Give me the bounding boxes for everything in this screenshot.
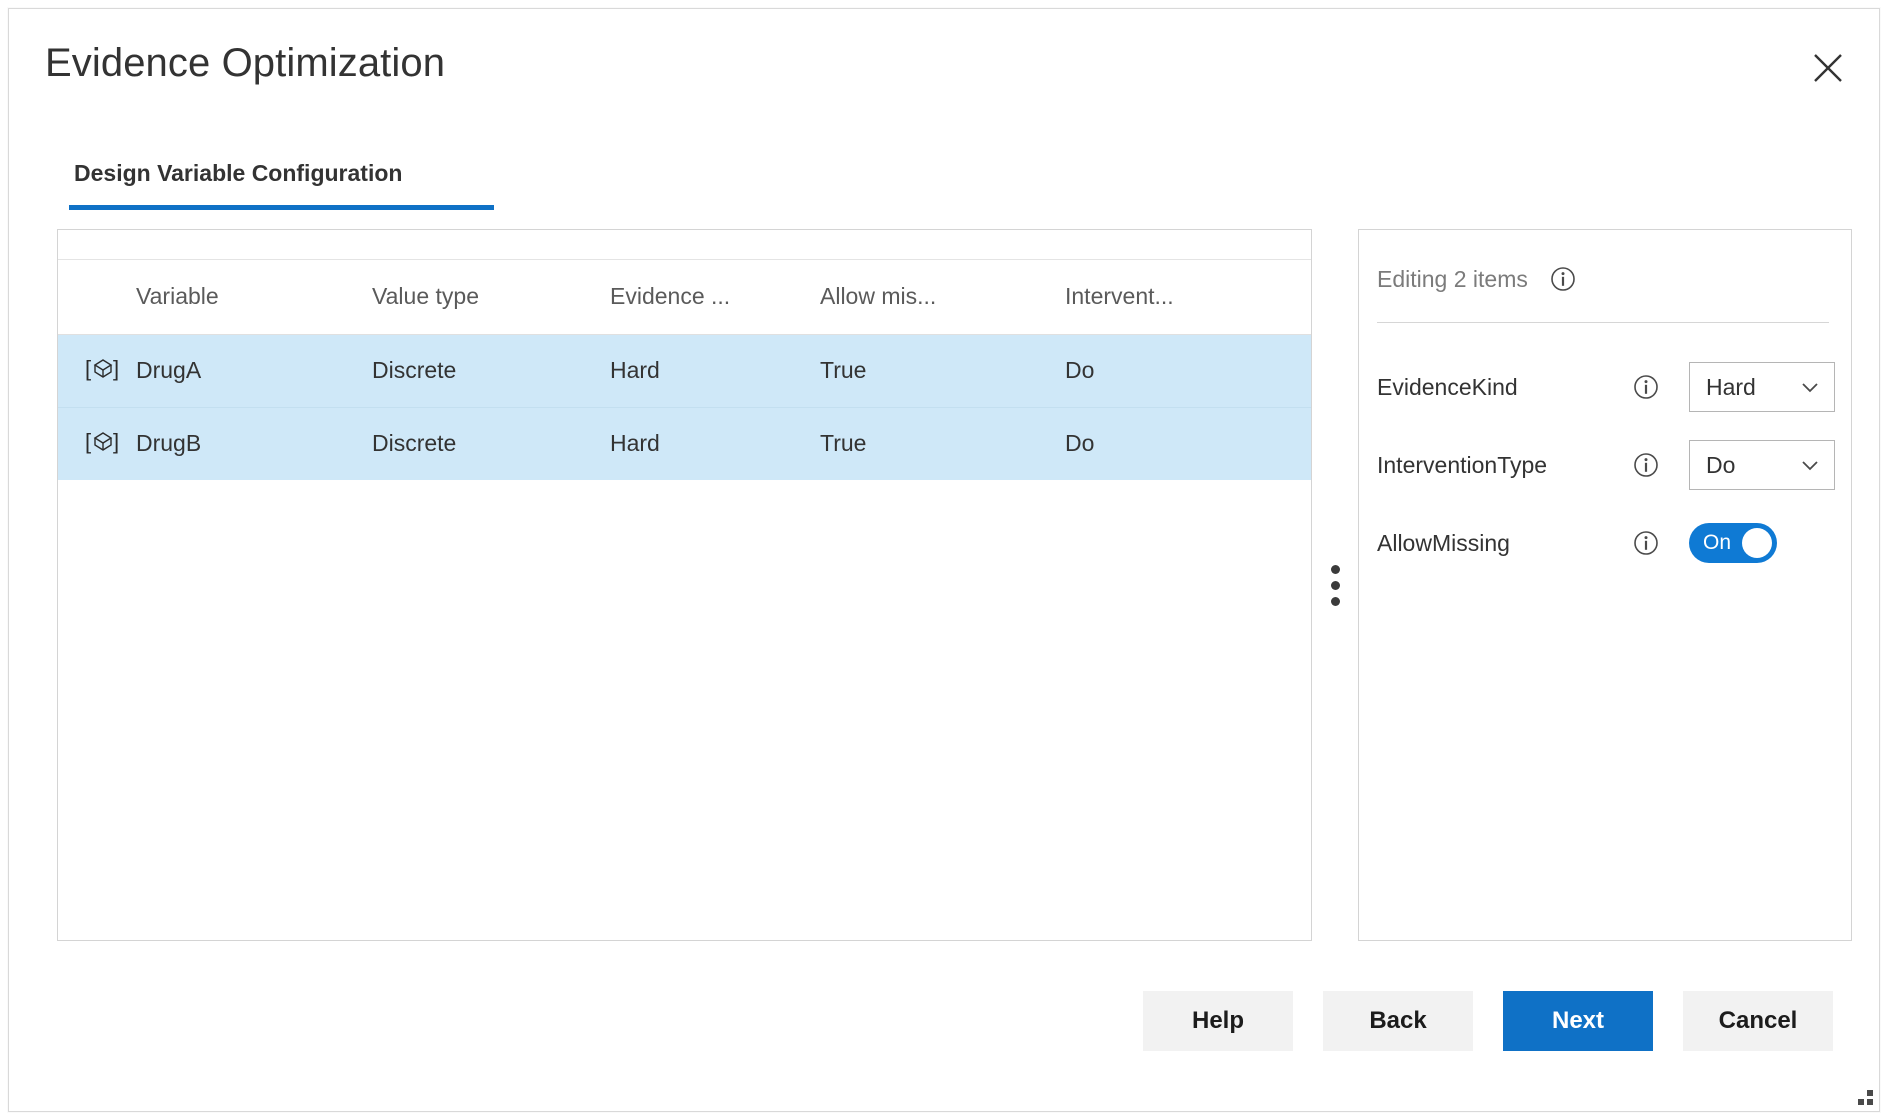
property-row-allowmissing: AllowMissing On	[1377, 514, 1835, 572]
table-row[interactable]: [ ]	[58, 407, 1311, 480]
cell-variable: DrugB	[136, 407, 372, 480]
footer-button-group: Help Back Next Cancel	[1143, 991, 1833, 1051]
help-button[interactable]: Help	[1143, 991, 1293, 1051]
design-variable-table-pane: Variable Value type Evidence ... Allow m…	[57, 229, 1312, 941]
cell-evidence-kind: Hard	[610, 407, 820, 480]
dropdown-value: Hard	[1706, 374, 1756, 401]
dialog-titlebar: Evidence Optimization	[9, 9, 1879, 119]
resize-grip[interactable]	[1851, 1083, 1873, 1105]
dropdown-value: Do	[1706, 452, 1735, 479]
cell-value-type: Discrete	[372, 334, 610, 407]
svg-text:]: ]	[113, 356, 119, 381]
table-header-row: Variable Value type Evidence ... Allow m…	[58, 260, 1311, 334]
evidence-optimization-dialog: Evidence Optimization Design Variable Co…	[8, 8, 1880, 1112]
column-header-intervention-type[interactable]: Intervent...	[1065, 260, 1311, 334]
property-label: EvidenceKind	[1377, 374, 1629, 401]
properties-header: Editing 2 items	[1377, 254, 1833, 304]
info-icon[interactable]	[1629, 370, 1663, 404]
back-button[interactable]: Back	[1323, 991, 1473, 1051]
cell-intervention-type: Do	[1065, 407, 1311, 480]
dialog-footer: Help Back Next Cancel	[9, 943, 1879, 1111]
property-row-evidencekind: EvidenceKind Hard	[1377, 358, 1835, 416]
row-icon-cell: [ ]	[58, 407, 136, 480]
svg-text:[: [	[85, 429, 91, 454]
table-row[interactable]: [ ]	[58, 334, 1311, 407]
info-icon[interactable]	[1629, 526, 1663, 560]
cell-allow-missing: True	[820, 407, 1065, 480]
tabstrip: Design Variable Configuration	[9, 159, 1879, 221]
property-label: AllowMissing	[1377, 530, 1629, 557]
drag-handle-dots-icon	[1331, 565, 1340, 606]
tab-label: Design Variable Configuration	[74, 159, 402, 187]
pane-splitter[interactable]	[1312, 229, 1358, 941]
properties-divider	[1377, 322, 1829, 323]
toggle-state-label: On	[1703, 531, 1731, 555]
info-icon[interactable]	[1629, 448, 1663, 482]
page-title: Evidence Optimization	[45, 41, 445, 86]
table-scroll-area[interactable]: Variable Value type Evidence ... Allow m…	[58, 260, 1311, 941]
cell-variable: DrugA	[136, 334, 372, 407]
column-header-evidence-kind[interactable]: Evidence ...	[610, 260, 820, 334]
properties-pane: Editing 2 items EvidenceKind	[1358, 229, 1852, 941]
property-row-interventiontype: InterventionType Do	[1377, 436, 1835, 494]
design-variable-table: Variable Value type Evidence ... Allow m…	[58, 260, 1311, 480]
cell-intervention-type: Do	[1065, 334, 1311, 407]
content-area: Variable Value type Evidence ... Allow m…	[57, 229, 1852, 941]
cell-value-type: Discrete	[372, 407, 610, 480]
column-header-value-type[interactable]: Value type	[372, 260, 610, 334]
svg-text:]: ]	[113, 429, 119, 454]
editing-items-label: Editing 2 items	[1377, 266, 1528, 293]
column-header-icon[interactable]	[58, 260, 136, 334]
cell-evidence-kind: Hard	[610, 334, 820, 407]
allowmissing-toggle[interactable]: On	[1689, 523, 1777, 563]
toggle-knob	[1742, 528, 1772, 558]
variable-node-icon: [ ]	[80, 425, 126, 459]
cell-allow-missing: True	[820, 334, 1065, 407]
next-button[interactable]: Next	[1503, 991, 1653, 1051]
property-label: InterventionType	[1377, 452, 1629, 479]
evidencekind-dropdown[interactable]: Hard	[1689, 362, 1835, 412]
interventiontype-dropdown[interactable]: Do	[1689, 440, 1835, 490]
info-icon[interactable]	[1546, 262, 1580, 296]
svg-text:[: [	[85, 356, 91, 381]
close-icon	[1810, 50, 1846, 86]
chevron-down-icon	[1798, 453, 1822, 477]
cancel-button[interactable]: Cancel	[1683, 991, 1833, 1051]
chevron-down-icon	[1798, 375, 1822, 399]
column-header-allow-missing[interactable]: Allow mis...	[820, 260, 1065, 334]
row-icon-cell: [ ]	[58, 334, 136, 407]
tab-active-indicator	[69, 205, 494, 210]
variable-node-icon: [ ]	[80, 352, 126, 386]
column-header-variable[interactable]: Variable	[136, 260, 372, 334]
table-toolbar	[58, 230, 1311, 260]
close-button[interactable]	[1799, 39, 1857, 97]
